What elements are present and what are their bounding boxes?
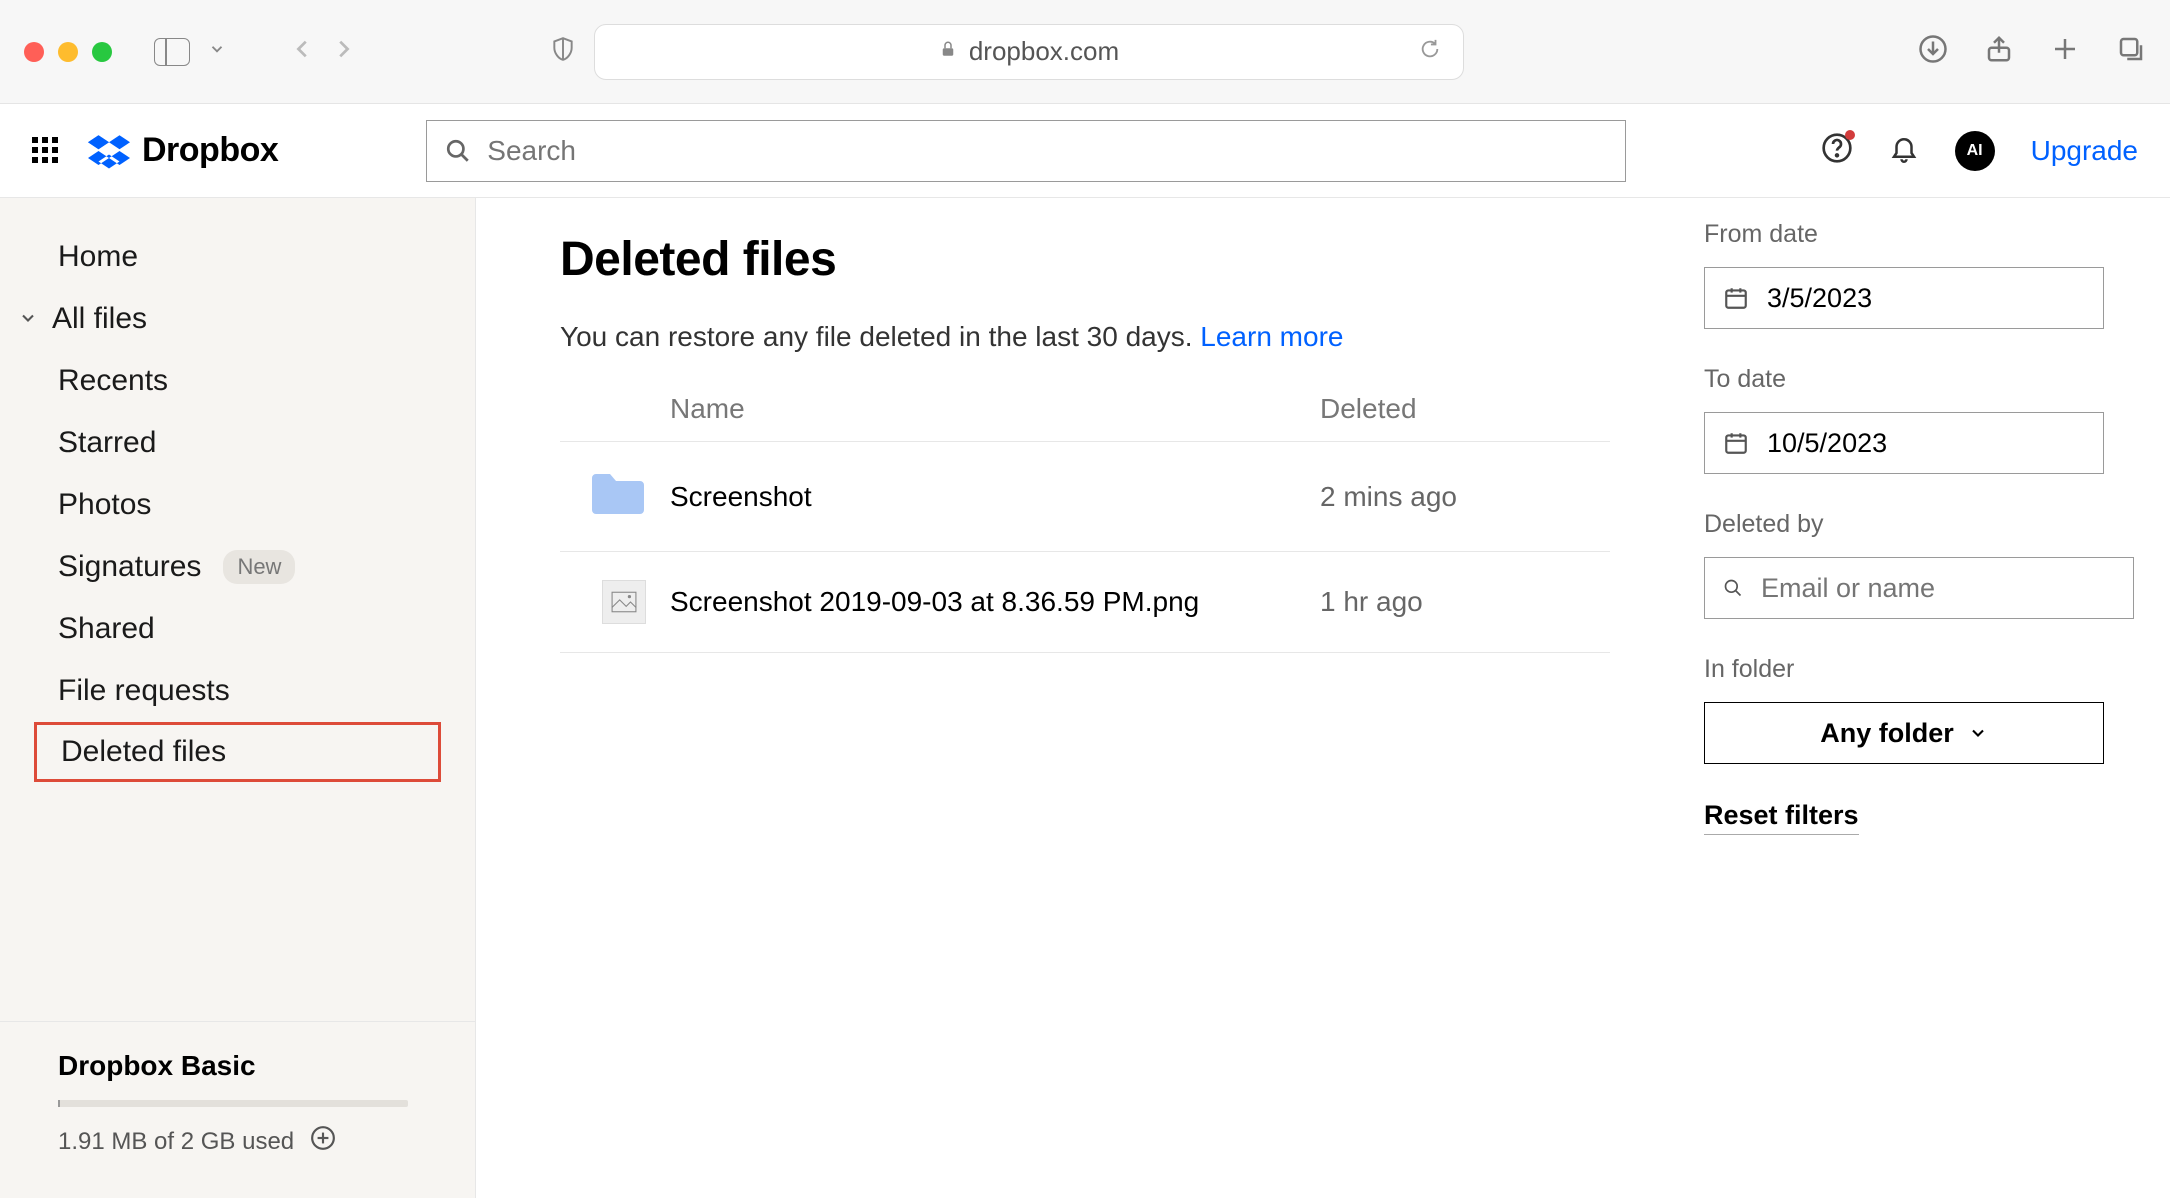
calendar-icon [1723,285,1749,311]
deleted-time: 1 hr ago [1320,586,1610,618]
column-name[interactable]: Name [560,393,1320,425]
new-badge: New [223,550,295,584]
chevron-down-icon[interactable] [208,40,226,63]
sidebar-item-home[interactable]: Home [0,226,475,288]
sidebar-item-signatures[interactable]: SignaturesNew [0,536,475,598]
search-icon [445,138,471,164]
deleted-files-table: Name Deleted Screenshot 2 mins ago Scree… [560,377,1610,653]
folder-icon [590,470,646,523]
window-controls [24,42,112,62]
url-text: dropbox.com [969,36,1119,67]
notification-dot-icon [1845,130,1855,140]
table-row[interactable]: Screenshot 2019-09-03 at 8.36.59 PM.png … [560,552,1610,653]
file-name: Screenshot 2019-09-03 at 8.36.59 PM.png [670,586,1320,618]
upgrade-storage-icon[interactable] [310,1125,336,1158]
deleted-by-input[interactable] [1704,557,2134,619]
sidebar-item-starred[interactable]: Starred [0,412,475,474]
from-date-label: From date [1704,220,2122,249]
sidebar-item-all-files[interactable]: All files [0,288,475,350]
learn-more-link[interactable]: Learn more [1200,321,1343,352]
sidebar-item-recents[interactable]: Recents [0,350,475,412]
app-header: Dropbox AI Upgrade [0,104,2170,198]
in-folder-label: In folder [1704,655,2122,684]
search-icon [1723,575,1743,601]
maximize-window-button[interactable] [92,42,112,62]
browser-toolbar: dropbox.com [0,0,2170,104]
search-field[interactable] [487,135,1607,167]
sidebar-item-file-requests[interactable]: File requests [0,660,475,722]
table-header: Name Deleted [560,377,1610,442]
close-window-button[interactable] [24,42,44,62]
reset-filters-button[interactable]: Reset filters [1704,800,1859,835]
upgrade-link[interactable]: Upgrade [2031,135,2138,167]
lock-icon [939,36,957,67]
apps-grid-icon[interactable] [32,137,60,165]
sidebar-item-deleted-files[interactable]: Deleted files [34,722,441,782]
filter-panel: From date 3/5/2023 To date 10/5/2023 Del… [1680,198,2170,1198]
downloads-icon[interactable] [1918,34,1948,69]
dropbox-icon [88,133,130,169]
column-deleted[interactable]: Deleted [1320,393,1610,425]
back-button[interactable] [292,34,314,69]
brand-text: Dropbox [142,131,278,170]
sidebar-footer: Dropbox Basic 1.91 MB of 2 GB used [0,1021,475,1198]
sidebar-item-photos[interactable]: Photos [0,474,475,536]
calendar-icon [1723,430,1749,456]
to-date-label: To date [1704,365,2122,394]
chevron-down-icon [1968,723,1988,743]
deleted-time: 2 mins ago [1320,481,1610,513]
minimize-window-button[interactable] [58,42,78,62]
reload-icon[interactable] [1419,36,1441,67]
brand-logo[interactable]: Dropbox [88,131,278,170]
search-input[interactable] [426,120,1626,182]
share-icon[interactable] [1984,34,2014,69]
sidebar-item-shared[interactable]: Shared [0,598,475,660]
page-subtitle: You can restore any file deleted in the … [560,321,1610,353]
from-date-input[interactable]: 3/5/2023 [1704,267,2104,329]
main-content: Deleted files You can restore any file d… [476,198,1680,1198]
storage-progress [58,1100,408,1107]
new-tab-icon[interactable] [2050,34,2080,69]
sidebar-toggle-icon[interactable] [154,38,190,66]
tabs-icon[interactable] [2116,34,2146,69]
page-title: Deleted files [560,232,1610,287]
plan-name: Dropbox Basic [58,1050,417,1082]
table-row[interactable]: Screenshot 2 mins ago [560,442,1610,552]
avatar[interactable]: AI [1955,131,1995,171]
folder-select[interactable]: Any folder [1704,702,2104,764]
privacy-shield-icon[interactable] [550,34,576,69]
notifications-button[interactable] [1889,131,1919,170]
deleted-by-label: Deleted by [1704,510,2122,539]
file-name: Screenshot [670,481,1320,513]
forward-button[interactable] [332,34,354,69]
image-file-icon [602,580,646,624]
to-date-input[interactable]: 10/5/2023 [1704,412,2104,474]
sidebar: Home All files Recents Starred Photos Si… [0,198,476,1198]
address-bar[interactable]: dropbox.com [594,24,1464,80]
chevron-down-icon [18,302,38,336]
help-button[interactable] [1821,132,1853,169]
storage-text: 1.91 MB of 2 GB used [58,1128,294,1156]
